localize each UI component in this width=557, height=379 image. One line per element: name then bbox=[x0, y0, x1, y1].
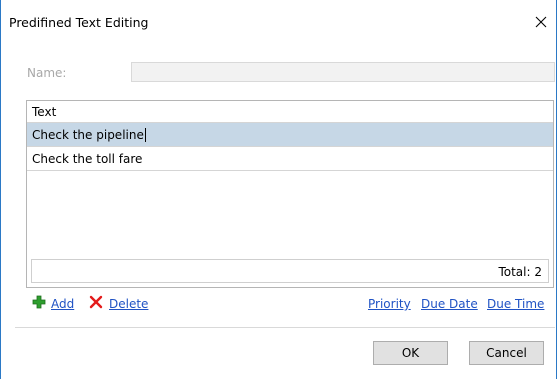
table-row[interactable]: Check the pipeline bbox=[27, 123, 553, 147]
predefined-text-dialog: Predifined Text Editing Name: Text Check… bbox=[0, 0, 557, 379]
window-title: Predifined Text Editing bbox=[9, 15, 149, 30]
due-time-link[interactable]: Due Time bbox=[487, 297, 544, 311]
text-caret bbox=[144, 128, 146, 142]
grid-column-header-text[interactable]: Text bbox=[27, 101, 553, 123]
total-count: Total: 2 bbox=[498, 265, 542, 279]
close-icon bbox=[535, 16, 547, 28]
add-link[interactable]: Add bbox=[51, 297, 74, 311]
title-bar: Predifined Text Editing bbox=[1, 0, 556, 44]
plus-icon[interactable] bbox=[31, 294, 47, 310]
priority-link[interactable]: Priority bbox=[368, 297, 411, 311]
ok-button[interactable]: OK bbox=[373, 341, 448, 365]
delete-icon[interactable] bbox=[88, 294, 104, 310]
cancel-button[interactable]: Cancel bbox=[469, 341, 544, 365]
due-date-link[interactable]: Due Date bbox=[421, 297, 478, 311]
divider bbox=[15, 327, 555, 328]
row-text[interactable]: Check the pipeline bbox=[32, 128, 144, 142]
table-row[interactable]: Check the toll fare bbox=[27, 147, 553, 171]
delete-link[interactable]: Delete bbox=[109, 297, 148, 311]
grid-footer: Total: 2 bbox=[31, 259, 549, 283]
row-text[interactable]: Check the toll fare bbox=[32, 152, 142, 166]
text-grid: Text Check the pipeline Check the toll f… bbox=[26, 100, 554, 288]
close-button[interactable] bbox=[526, 8, 556, 36]
name-label: Name: bbox=[27, 66, 67, 80]
name-input[interactable] bbox=[131, 62, 555, 82]
